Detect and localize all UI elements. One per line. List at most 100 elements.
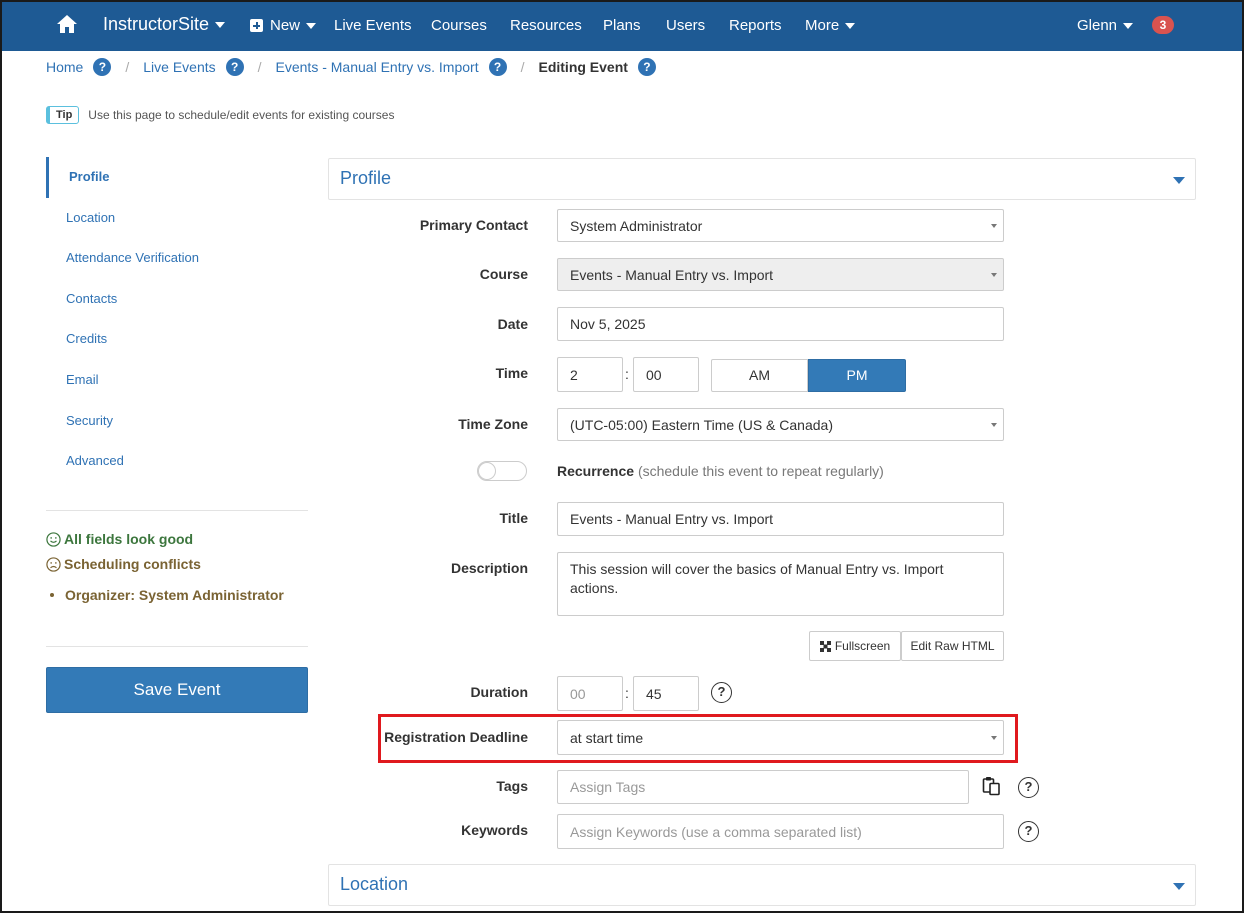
breadcrumb-course[interactable]: Events - Manual Entry vs. Import (276, 59, 479, 75)
caret-down-icon (991, 272, 997, 277)
date-value: Nov 5, 2025 (570, 316, 646, 332)
duration-minutes-value: 45 (646, 685, 662, 702)
breadcrumb-current: Editing Event (538, 59, 628, 75)
caret-down-icon (991, 422, 997, 427)
title-value: Events - Manual Entry vs. Import (570, 511, 774, 527)
course-label: Course (479, 266, 528, 282)
date-label: Date (497, 316, 528, 332)
nav-plans[interactable]: Plans (603, 17, 641, 34)
sidebar-item-security[interactable]: Security (46, 401, 308, 442)
breadcrumb-live-events[interactable]: Live Events (143, 59, 215, 75)
caret-down-icon (991, 223, 997, 228)
clipboard-icon[interactable] (982, 776, 1002, 796)
primary-contact-label: Primary Contact (419, 217, 528, 233)
highlight-box (378, 714, 1018, 763)
conflict-item-text: Organizer: System Administrator (65, 587, 284, 603)
sidebar-item-credits[interactable]: Credits (46, 319, 308, 360)
nav-courses[interactable]: Courses (431, 17, 487, 34)
question-circle-icon[interactable]: ? (488, 58, 507, 76)
profile-panel-title: Profile (340, 168, 392, 188)
edit-raw-html-button[interactable]: Edit Raw HTML (901, 631, 1004, 661)
course-value: Events - Manual Entry vs. Import (570, 266, 774, 283)
expand-icon (819, 640, 831, 652)
recurrence-toggle[interactable] (477, 461, 527, 481)
notification-badge[interactable]: 3 (1152, 16, 1174, 34)
nav-users[interactable]: Users (666, 17, 705, 34)
status-warn-text: Scheduling conflicts (64, 556, 201, 572)
duration-colon: : (625, 685, 629, 701)
duration-label: Duration (470, 684, 528, 700)
profile-panel-header[interactable]: Profile (328, 158, 1196, 200)
fullscreen-label: Fullscreen (834, 639, 891, 653)
question-circle-icon[interactable]: ? (711, 682, 732, 703)
time-minute-input[interactable]: 00 (633, 357, 699, 392)
nav-resources[interactable]: Resources (510, 17, 582, 34)
location-panel-title: Location (340, 874, 409, 894)
new-menu-label: New (270, 17, 301, 34)
frown-icon (46, 556, 61, 572)
user-menu[interactable]: Glenn (1077, 17, 1134, 34)
sidebar-item-attendance-verification[interactable]: Attendance Verification (46, 238, 308, 279)
nav-live-events[interactable]: Live Events (334, 17, 412, 34)
nav-reports[interactable]: Reports (729, 17, 782, 34)
time-zone-select[interactable]: (UTC-05:00) Eastern Time (US & Canada) (557, 408, 1004, 441)
caret-down-icon (215, 21, 226, 28)
toggle-knob (478, 462, 496, 480)
section-nav: Profile Location Attendance Verification… (46, 157, 308, 482)
duration-hours-placeholder: 00 (570, 685, 586, 702)
description-label: Description (450, 560, 528, 576)
keywords-label: Keywords (461, 822, 528, 838)
question-circle-icon[interactable]: ? (637, 58, 656, 76)
sidebar-item-location[interactable]: Location (46, 198, 308, 239)
tip-bar: Tip Use this page to schedule/edit event… (46, 106, 394, 124)
home-icon[interactable] (56, 13, 78, 35)
location-panel-header[interactable]: Location (328, 864, 1196, 906)
tags-label: Tags (496, 778, 528, 794)
tags-placeholder: Assign Tags (570, 779, 646, 795)
course-select: Events - Manual Entry vs. Import (557, 258, 1004, 291)
sidebar-item-advanced[interactable]: Advanced (46, 441, 308, 482)
time-hour-input[interactable]: 2 (557, 357, 623, 392)
breadcrumb-separator: / (125, 59, 130, 75)
question-circle-icon[interactable]: ? (93, 58, 112, 76)
time-colon: : (625, 366, 629, 382)
time-label: Time (495, 365, 528, 381)
sidebar-item-profile[interactable]: Profile (46, 157, 308, 198)
question-circle-icon[interactable]: ? (1018, 821, 1039, 842)
caret-down-icon (845, 22, 856, 29)
duration-hours-input[interactable]: 00 (557, 676, 623, 711)
description-textarea[interactable]: This session will cover the basics of Ma… (557, 552, 1004, 616)
breadcrumb-separator: / (257, 59, 262, 75)
duration-minutes-input[interactable]: 45 (633, 676, 699, 711)
breadcrumb-home[interactable]: Home (46, 59, 83, 75)
time-zone-label: Time Zone (458, 416, 528, 432)
caret-down-icon[interactable] (1173, 177, 1185, 184)
status-warn: Scheduling conflicts (46, 556, 201, 572)
am-button[interactable]: AM (711, 359, 808, 392)
question-circle-icon[interactable]: ? (225, 58, 244, 76)
recurrence-hint: (schedule this event to repeat regularly… (637, 463, 884, 479)
brand-label: InstructorSite (103, 14, 210, 34)
primary-contact-value: System Administrator (570, 217, 703, 234)
date-input[interactable]: Nov 5, 2025 (557, 307, 1004, 341)
user-menu-label: Glenn (1077, 17, 1118, 34)
sidebar-item-contacts[interactable]: Contacts (46, 279, 308, 320)
sidebar-item-email[interactable]: Email (46, 360, 308, 401)
caret-down-icon[interactable] (1173, 883, 1185, 890)
new-menu[interactable]: New (250, 17, 317, 34)
title-input[interactable]: Events - Manual Entry vs. Import (557, 502, 1004, 536)
caret-down-icon (1123, 22, 1134, 29)
pm-button[interactable]: PM (808, 359, 906, 392)
tip-text: Use this page to schedule/edit events fo… (88, 108, 395, 122)
tags-input[interactable]: Assign Tags (557, 770, 969, 804)
bullet-icon (50, 593, 54, 597)
question-circle-icon[interactable]: ? (1018, 777, 1039, 798)
brand-menu[interactable]: InstructorSite (103, 14, 226, 35)
primary-contact-select[interactable]: System Administrator (557, 209, 1004, 242)
more-menu[interactable]: More (805, 17, 856, 34)
keywords-input[interactable]: Assign Keywords (use a comma separated l… (557, 814, 1004, 849)
fullscreen-button[interactable]: Fullscreen (809, 631, 901, 661)
save-event-button[interactable]: Save Event (46, 667, 308, 713)
recurrence-label: Recurrence (schedule this event to repea… (557, 463, 884, 479)
sidebar-divider (46, 510, 308, 511)
